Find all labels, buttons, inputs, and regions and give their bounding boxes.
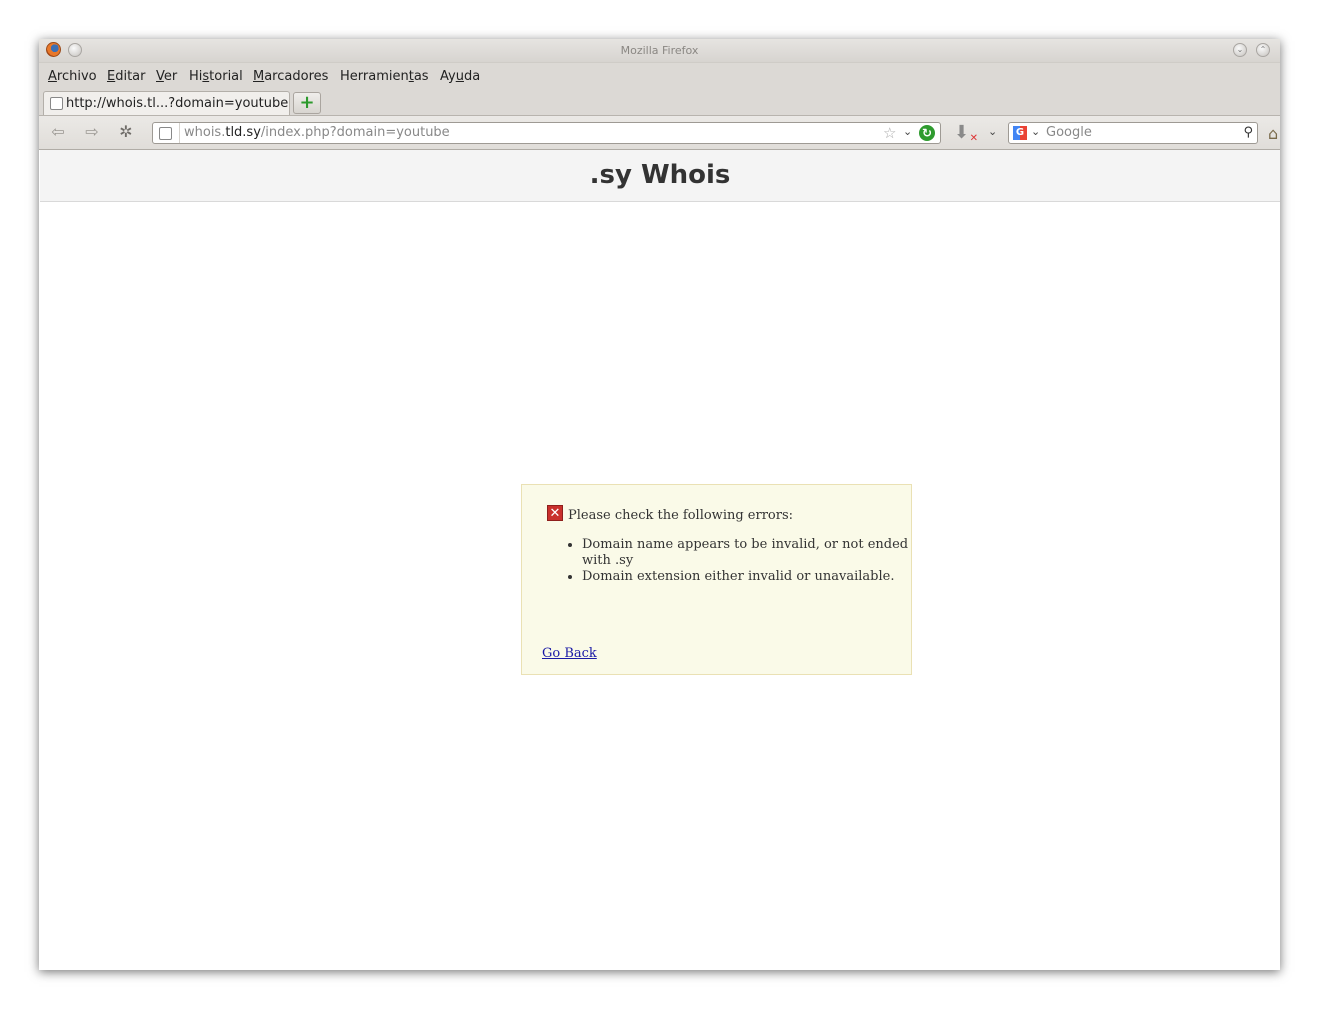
error-item: Domain extension either invalid or unava… [582,569,932,585]
menu-archivo[interactable]: Archivo [48,69,97,84]
menu-ver[interactable]: Ver [156,69,177,84]
site-identity-icon[interactable] [159,127,172,140]
menu-bar: Archivo Editar Ver Historial Marcadores … [39,63,1280,88]
error-icon: ✕ [547,505,563,521]
tools-icon[interactable]: ✲ [115,122,137,142]
new-tab-button[interactable]: + [293,92,321,114]
tab-strip: http://whois.tl...?domain=youtube + [39,88,1280,115]
download-error-icon: ✕ [969,133,978,144]
reload-icon[interactable]: ↻ [919,125,935,141]
binoculars-search-icon[interactable]: ⚲ [1243,125,1253,140]
tab-label: http://whois.tl...?domain=youtube [66,96,289,111]
error-item: Domain name appears to be invalid, or no… [582,537,932,569]
back-arrow-icon[interactable]: ⇦ [47,122,69,142]
go-back-link[interactable]: Go Back [542,646,597,661]
menu-ayuda[interactable]: Ayuda [440,69,480,84]
search-input[interactable]: Google [1046,125,1092,140]
menu-herramientas[interactable]: Herramientas [340,69,429,84]
bookmark-star-icon[interactable]: ☆ [883,124,896,142]
downloads-dropdown-icon[interactable]: ⌄ [988,125,997,138]
page-content: .sy Whois ✕ Please check the following e… [40,150,1280,970]
page-favicon-icon [50,97,63,110]
minimize-button[interactable]: ⌄ [1233,43,1247,57]
browser-window: Mozilla Firefox ⌄ ⌃ Archivo Editar Ver H… [39,39,1280,970]
url-dropdown-icon[interactable]: ⌄ [903,125,912,138]
menu-historial[interactable]: Historial [189,69,243,84]
error-box: ✕ Please check the following errors: Dom… [521,484,912,675]
url-text[interactable]: whois.tld.sy/index.php?domain=youtube [184,125,450,140]
tab-whois[interactable]: http://whois.tl...?domain=youtube [43,91,290,115]
error-heading: Please check the following errors: [568,508,794,523]
navigation-toolbar: ⇦ ⇨ ✲ whois.tld.sy/index.php?domain=yout… [39,115,1280,150]
google-engine-icon[interactable]: G [1013,126,1027,140]
forward-arrow-icon[interactable]: ⇨ [81,122,103,142]
search-bar[interactable]: G ⌄ Google ⚲ [1008,122,1258,144]
downloads-icon[interactable]: ⬇ ✕ [954,122,978,144]
page-title: .sy Whois [589,160,731,190]
menu-marcadores[interactable]: Marcadores [253,69,328,84]
search-engine-dropdown-icon[interactable]: ⌄ [1031,125,1040,138]
home-icon[interactable]: ⌂ [1268,124,1278,143]
title-bar: Mozilla Firefox ⌄ ⌃ [39,39,1280,63]
url-separator [179,123,180,143]
window-title: Mozilla Firefox [620,44,699,57]
page-header: .sy Whois [40,150,1280,202]
maximize-button[interactable]: ⌃ [1256,43,1270,57]
menu-editar[interactable]: Editar [107,69,146,84]
error-list: Domain name appears to be invalid, or no… [542,537,932,585]
url-bar[interactable]: whois.tld.sy/index.php?domain=youtube ☆ … [152,122,941,144]
